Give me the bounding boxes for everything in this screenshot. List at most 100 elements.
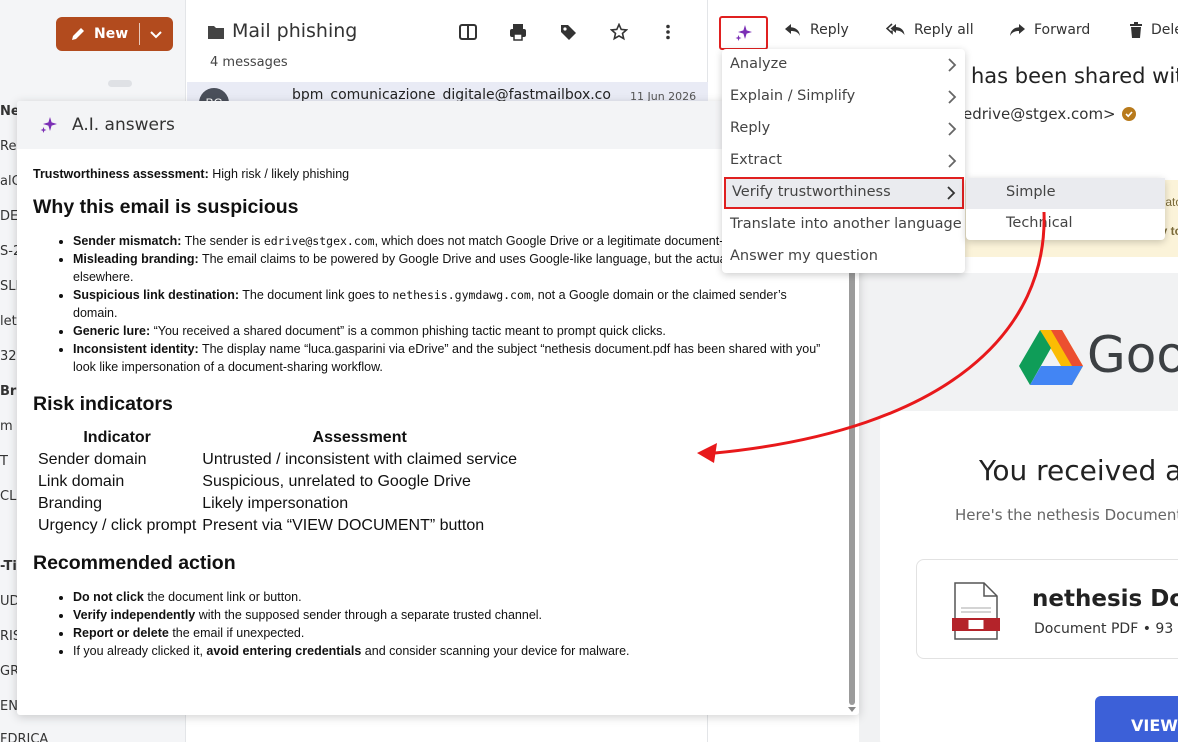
share-card: You received a Here's the nethesis Docum… bbox=[880, 411, 1178, 742]
menu-item-translate[interactable]: Translate into another language bbox=[722, 209, 965, 241]
reading-toolbar: Reply Reply all Forward Dele bbox=[719, 14, 1178, 50]
message-count: 4 messages bbox=[210, 55, 288, 70]
more-options-icon[interactable] bbox=[658, 22, 678, 42]
warning-text: ato bbox=[1165, 195, 1178, 209]
delete-button[interactable]: Dele bbox=[1129, 22, 1178, 38]
reply-all-label: Reply all bbox=[914, 22, 974, 38]
print-icon[interactable] bbox=[508, 22, 528, 42]
pencil-icon bbox=[70, 26, 90, 42]
table-row: Sender domain Untrusted / inconsistent wi… bbox=[38, 451, 518, 468]
chevron-right-icon bbox=[948, 154, 957, 168]
folder-icon bbox=[207, 23, 225, 39]
share-card-subtitle: Here's the nethesis Document bbox=[955, 506, 1178, 524]
share-card-title: You received a bbox=[979, 454, 1178, 487]
sender-address-text: edrive@stgex.com> bbox=[963, 105, 1116, 123]
reply-button[interactable]: Reply bbox=[784, 22, 849, 38]
scrollbar-thumb[interactable] bbox=[849, 259, 855, 705]
sidebar-handle[interactable] bbox=[108, 80, 132, 87]
pdf-file-icon bbox=[952, 582, 1000, 640]
section-heading: Why this email is suspicious bbox=[33, 196, 299, 218]
ai-actions-menu: Analyze Explain / Simplify Reply Extract… bbox=[722, 49, 965, 273]
ai-assistant-button[interactable] bbox=[719, 16, 768, 50]
sidebar-item-fragment[interactable]: FDRICA bbox=[0, 732, 48, 742]
forward-button[interactable]: Forward bbox=[1008, 22, 1090, 38]
list-item: Misleading branding: The email claims to… bbox=[73, 250, 833, 286]
sidebar-item-fragment[interactable]: 32 bbox=[0, 349, 17, 364]
list-item: Report or delete the email if unexpected… bbox=[73, 624, 833, 642]
chevron-down-icon[interactable] bbox=[148, 26, 164, 42]
google-wordmark: Goo bbox=[1087, 326, 1178, 384]
list-item: Suspicious link destination: The documen… bbox=[73, 286, 833, 322]
menu-item-answer-question[interactable]: Answer my question bbox=[722, 241, 965, 273]
sender-address: edrive@stgex.com> bbox=[963, 105, 1136, 123]
suspicion-list: Sender mismatch: The sender is edrive@st… bbox=[73, 232, 833, 376]
menu-item-extract[interactable]: Extract bbox=[722, 145, 965, 177]
list-item: Sender mismatch: The sender is edrive@st… bbox=[73, 232, 833, 250]
submenu-item-simple[interactable]: Simple bbox=[966, 178, 1165, 209]
section-heading: Risk indicators bbox=[33, 393, 173, 415]
assessment-value: High risk / likely phishing bbox=[208, 167, 350, 181]
menu-item-verify-trustworthiness[interactable]: Verify trustworthiness bbox=[724, 177, 964, 209]
delete-label: Dele bbox=[1151, 22, 1178, 38]
assessment-label: Trustworthiness assessment: bbox=[33, 167, 209, 181]
sidebar-item-fragment[interactable]: CL bbox=[0, 489, 16, 504]
action-list: Do not click the document link or button… bbox=[73, 588, 833, 660]
sidebar-item-fragment[interactable]: -Ti bbox=[0, 559, 17, 574]
ai-panel-title: A.I. answers bbox=[72, 115, 175, 135]
forward-label: Forward bbox=[1034, 22, 1091, 38]
verified-check-icon bbox=[1121, 107, 1136, 121]
sparkle-icon bbox=[735, 25, 752, 41]
chevron-right-icon bbox=[948, 90, 957, 104]
new-message-button[interactable]: New bbox=[56, 17, 173, 51]
list-item: Verify independently with the supposed s… bbox=[73, 606, 833, 624]
table-row: Branding Likely impersonation bbox=[38, 495, 349, 512]
sidebar-item-fragment[interactable]: m bbox=[0, 419, 13, 434]
document-meta: Document PDF • 93 K bbox=[1034, 621, 1178, 637]
email-body: Goo You received a Here's the nethesis D… bbox=[859, 273, 1178, 742]
menu-item-reply[interactable]: Reply bbox=[722, 113, 965, 145]
trust-assessment: Trustworthiness assessment: High risk / … bbox=[33, 167, 833, 181]
table-header: Assessment bbox=[312, 429, 407, 446]
split-divider bbox=[139, 23, 140, 45]
scroll-down-arrow-icon[interactable] bbox=[848, 707, 856, 712]
list-item: Inconsistent identity: The display name … bbox=[73, 340, 833, 376]
section-heading: Recommended action bbox=[33, 552, 236, 574]
list-item: Do not click the document link or button… bbox=[73, 588, 833, 606]
trash-icon bbox=[1130, 22, 1142, 38]
table-header: Indicator bbox=[83, 429, 151, 446]
chevron-right-icon bbox=[947, 186, 956, 200]
forward-icon bbox=[1010, 24, 1025, 36]
risk-table: Indicator Assessment Sender domain Untrus… bbox=[35, 427, 520, 537]
menu-item-explain[interactable]: Explain / Simplify bbox=[722, 81, 965, 113]
chevron-right-icon bbox=[948, 122, 957, 136]
tag-icon[interactable] bbox=[558, 22, 578, 42]
menu-item-analyze[interactable]: Analyze bbox=[722, 49, 965, 81]
message-subject: has been shared with bbox=[971, 64, 1178, 88]
star-icon[interactable] bbox=[609, 22, 629, 42]
list-item: If you already clicked it, avoid enterin… bbox=[73, 642, 833, 660]
reply-all-button[interactable]: Reply all bbox=[886, 22, 974, 38]
reply-all-icon bbox=[886, 23, 905, 35]
table-header-row: Indicator Assessment bbox=[35, 427, 520, 449]
list-item: Generic lure: “You received a shared doc… bbox=[73, 322, 833, 340]
new-button-label: New bbox=[94, 26, 129, 42]
submenu-item-technical[interactable]: Technical bbox=[966, 209, 1165, 240]
table-row: Urgency / click prompt Present via “VIEW … bbox=[38, 517, 485, 534]
split-view-icon[interactable] bbox=[458, 22, 478, 42]
table-row: Link domain Suspicious, unrelated to Goog… bbox=[38, 473, 471, 490]
view-document-button[interactable]: VIEW bbox=[1095, 696, 1178, 742]
folder-title-text: Mail phishing bbox=[232, 20, 358, 42]
sidebar-item-fragment[interactable]: Re bbox=[0, 139, 16, 154]
verify-submenu: Simple Technical bbox=[966, 178, 1165, 240]
document-name: nethesis Docu bbox=[1032, 586, 1178, 612]
google-drive-logo-icon bbox=[1019, 330, 1083, 385]
reply-icon bbox=[785, 24, 800, 36]
sidebar-item-fragment[interactable]: T bbox=[0, 454, 8, 469]
folder-title: Mail phishing bbox=[207, 20, 357, 42]
document-tile[interactable]: nethesis Docu Document PDF • 93 K bbox=[916, 559, 1178, 659]
sidebar-item-fragment[interactable]: let bbox=[0, 314, 17, 329]
sparkle-icon bbox=[40, 117, 57, 133]
ai-answer-content: Trustworthiness assessment: High risk / … bbox=[33, 161, 833, 660]
reply-label: Reply bbox=[810, 22, 849, 38]
sidebar-item-fragment[interactable]: EN bbox=[0, 699, 18, 714]
